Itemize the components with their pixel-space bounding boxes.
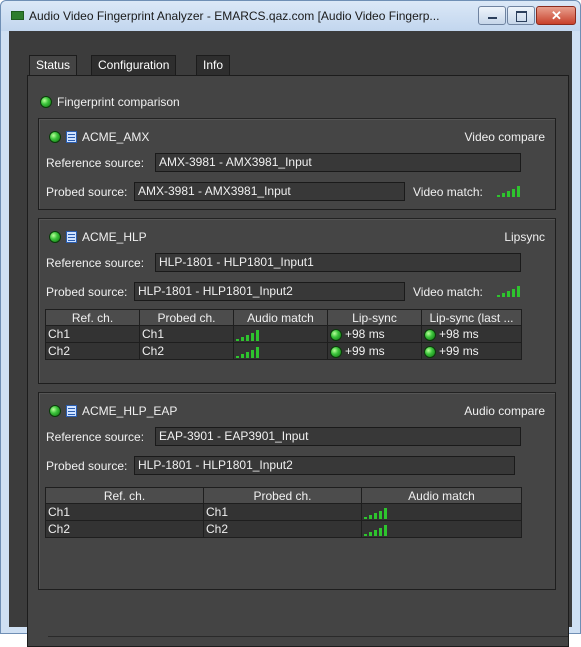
device-icon <box>66 405 77 417</box>
probed-source-field[interactable]: AMX-3981 - AMX3981_Input <box>134 182 405 201</box>
reference-source-label: Reference source: <box>46 430 145 444</box>
probed-source-label: Probed source: <box>46 459 128 473</box>
audio-match-cell <box>361 503 522 521</box>
tab-status[interactable]: Status <box>29 55 78 76</box>
table-row[interactable]: Ch2 Ch2 <box>45 520 522 538</box>
lip-sync-last-cell: +98 ms <box>421 325 522 343</box>
table-header-row: Ref. ch. Probed ch. Audio match Lip-sync… <box>45 309 522 326</box>
fingerprint-comparison-label: Fingerprint comparison <box>57 95 180 109</box>
ref-ch-cell: Ch1 <box>45 503 204 521</box>
audio-match-cell <box>361 520 522 538</box>
lip-sync-cell: +98 ms <box>327 325 422 343</box>
group-name: ACME_AMX <box>82 130 150 144</box>
audio-match-meter <box>236 346 264 358</box>
device-icon <box>66 231 77 243</box>
maximize-icon <box>516 11 527 22</box>
lip-sync-last-value: +98 ms <box>439 327 479 341</box>
status-led-icon <box>49 405 61 417</box>
ref-ch-cell: Ch1 <box>45 325 140 343</box>
status-led-icon <box>330 345 342 358</box>
status-led-icon <box>424 345 436 358</box>
column-header-probed-ch[interactable]: Probed ch. <box>139 309 234 326</box>
minimize-button[interactable] <box>478 6 506 25</box>
column-header-lip-sync[interactable]: Lip-sync <box>327 309 422 326</box>
video-match-label: Video match: <box>413 185 483 199</box>
probed-ch-cell: Ch2 <box>203 520 362 538</box>
window-title: Audio Video Fingerprint Analyzer - EMARC… <box>29 9 440 23</box>
compare-mode: Lipsync <box>504 230 545 244</box>
table-row[interactable]: Ch1 Ch1 <box>45 503 522 521</box>
app-icon <box>11 11 24 20</box>
status-led-icon <box>424 328 436 341</box>
compare-mode: Audio compare <box>464 404 545 418</box>
lip-sync-last-value: +99 ms <box>439 344 479 358</box>
group-name: ACME_HLP <box>82 230 147 244</box>
audio-match-meter <box>236 329 264 341</box>
group-acme-hlp-eap: ACME_HLP_EAP Audio compare Reference sou… <box>38 392 556 590</box>
compare-mode: Video compare <box>464 130 546 144</box>
table-row[interactable]: Ch2 Ch2 +99 ms +99 ms <box>45 342 522 360</box>
probed-ch-cell: Ch1 <box>203 503 362 521</box>
audio-match-cell <box>233 342 328 360</box>
column-header-probed-ch[interactable]: Probed ch. <box>203 487 362 504</box>
lip-sync-value: +99 ms <box>345 344 385 358</box>
reference-source-field[interactable]: AMX-3981 - AMX3981_Input <box>155 153 521 172</box>
column-header-audio-match[interactable]: Audio match <box>361 487 522 504</box>
audio-match-cell <box>233 325 328 343</box>
video-match-label: Video match: <box>413 285 483 299</box>
title-bar[interactable]: Audio Video Fingerprint Analyzer - EMARC… <box>1 1 580 31</box>
panel-divider <box>48 636 568 637</box>
group-acme-hlp: ACME_HLP Lipsync Reference source: HLP-1… <box>38 218 556 384</box>
app-window: Audio Video Fingerprint Analyzer - EMARC… <box>0 0 581 647</box>
probed-source-label: Probed source: <box>46 185 128 199</box>
group-acme-amx: ACME_AMX Video compare Reference source:… <box>38 118 556 210</box>
minimize-icon <box>488 17 497 19</box>
ref-ch-cell: Ch2 <box>45 520 204 538</box>
probed-source-label: Probed source: <box>46 285 128 299</box>
status-led-icon <box>330 328 342 341</box>
probed-source-field[interactable]: HLP-1801 - HLP1801_Input2 <box>134 456 515 475</box>
probed-ch-cell: Ch1 <box>139 325 234 343</box>
status-led-icon <box>49 131 61 143</box>
video-match-meter <box>497 285 525 297</box>
video-match-meter <box>497 185 525 197</box>
lip-sync-value: +98 ms <box>345 327 385 341</box>
status-led-icon <box>49 231 61 243</box>
reference-source-label: Reference source: <box>46 156 145 170</box>
lip-sync-last-cell: +99 ms <box>421 342 522 360</box>
audio-compare-table: Ref. ch. Probed ch. Audio match Ch1 Ch1 … <box>45 487 522 538</box>
group-name: ACME_HLP_EAP <box>82 404 178 418</box>
tab-configuration[interactable]: Configuration <box>91 55 177 75</box>
column-header-lip-sync-last[interactable]: Lip-sync (last ... <box>421 309 522 326</box>
lip-sync-cell: +99 ms <box>327 342 422 360</box>
maximize-button[interactable] <box>507 6 535 25</box>
reference-source-field[interactable]: HLP-1801 - HLP1801_Input1 <box>155 253 521 272</box>
audio-match-meter <box>364 507 392 519</box>
table-header-row: Ref. ch. Probed ch. Audio match <box>45 487 522 504</box>
tab-info[interactable]: Info <box>196 55 231 75</box>
column-header-audio-match[interactable]: Audio match <box>233 309 328 326</box>
column-header-ref-ch[interactable]: Ref. ch. <box>45 487 204 504</box>
reference-source-label: Reference source: <box>46 256 145 270</box>
device-icon <box>66 131 77 143</box>
column-header-ref-ch[interactable]: Ref. ch. <box>45 309 140 326</box>
table-row[interactable]: Ch1 Ch1 +98 ms +98 ms <box>45 325 522 343</box>
fingerprint-status-led-icon <box>40 96 52 108</box>
lipsync-table: Ref. ch. Probed ch. Audio match Lip-sync… <box>45 309 522 360</box>
status-panel: Fingerprint comparison ACME_AMX Video co… <box>27 75 569 647</box>
probed-ch-cell: Ch2 <box>139 342 234 360</box>
client-area: Status Configuration Info Fingerprint co… <box>9 31 572 647</box>
close-icon: ✕ <box>551 8 562 23</box>
reference-source-field[interactable]: EAP-3901 - EAP3901_Input <box>155 427 521 446</box>
audio-match-meter <box>364 524 392 536</box>
probed-source-field[interactable]: HLP-1801 - HLP1801_Input2 <box>134 282 405 301</box>
ref-ch-cell: Ch2 <box>45 342 140 360</box>
close-button[interactable]: ✕ <box>536 6 576 25</box>
